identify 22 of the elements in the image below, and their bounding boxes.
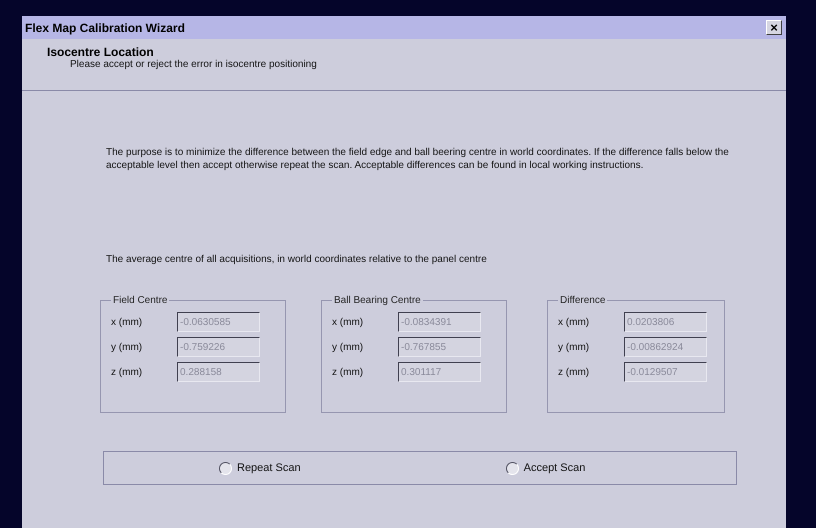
field-label: y (mm): [332, 342, 364, 352]
page-title: Isocentre Location: [47, 45, 155, 59]
field-label: y (mm): [111, 342, 144, 352]
page-subtitle: Please accept or reject the error in isocentre positioning: [69, 59, 318, 70]
caption-text: The average centre of all acquisitions, in world coordinates relative to the panel centre: [106, 254, 488, 265]
radio-button[interactable]: [506, 462, 519, 474]
field-label: x (mm): [111, 316, 144, 328]
field-label: z (mm): [111, 366, 144, 378]
field-label: x (mm): [332, 316, 364, 328]
description-text: The purpose is to minimize the difference between the field edge and ball beering centre in world coordinates. If the difference falls below the acceptable level then accept otherwise repeat the scan. Acceptable differences can be found in local working instructions.: [106, 146, 730, 172]
field-label: x (mm): [558, 316, 590, 328]
radio-label[interactable]: Repeat Scan: [237, 462, 301, 474]
field-label: z (mm): [332, 366, 364, 378]
radio-button[interactable]: [219, 462, 232, 474]
group-title: Ball Bearing Centre: [333, 295, 422, 306]
group-title: Difference: [559, 295, 606, 306]
group-title: Field Centre: [112, 295, 168, 306]
window-title: Flex Map Calibration Wizard: [25, 20, 185, 34]
radio-label[interactable]: Accept Scan: [524, 462, 586, 474]
field-label: z (mm): [558, 366, 590, 378]
field-label: y (mm): [558, 342, 590, 352]
close-button[interactable]: ×: [766, 20, 782, 35]
